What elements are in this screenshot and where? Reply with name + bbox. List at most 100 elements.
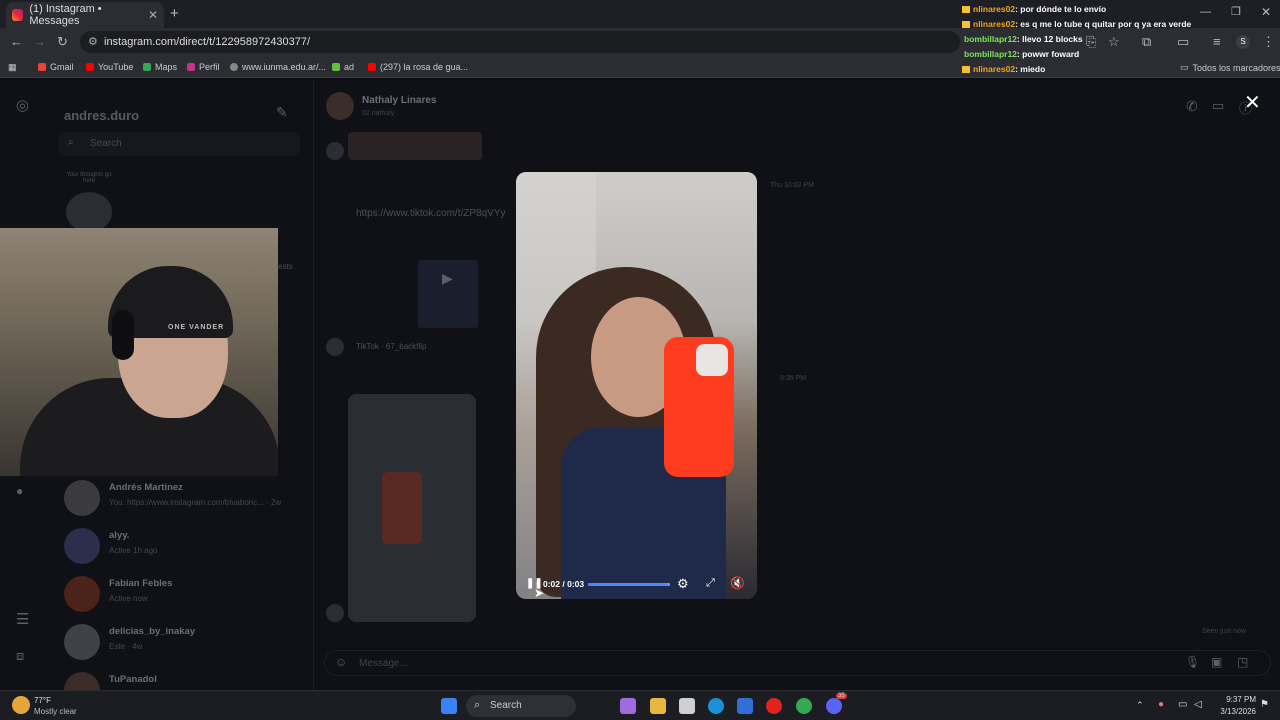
chat-username: nlinares02 — [973, 4, 1016, 14]
video-controls: ❚❚ 0:02 / 0:03 ⚙ ⤢ 🔇 — [516, 574, 757, 594]
compose-icon[interactable]: ✎ — [276, 104, 288, 121]
mail-icon[interactable] — [737, 698, 753, 714]
video-progress-bar[interactable] — [588, 583, 670, 586]
conversation-item[interactable]: alyy. Active 1h ago — [64, 524, 304, 568]
settings-icon[interactable]: ⚙ — [677, 576, 689, 592]
reload-icon[interactable]: ↻ — [57, 34, 68, 50]
store-icon[interactable] — [679, 698, 695, 714]
video-progress-fill — [588, 583, 668, 586]
edge-icon[interactable] — [708, 698, 724, 714]
mute-icon[interactable]: 🔇 — [730, 576, 745, 590]
profile-avatar[interactable]: S — [1236, 35, 1250, 49]
new-tab-icon[interactable]: + — [170, 5, 179, 22]
bookmark-gmail[interactable]: Gmail — [38, 62, 74, 72]
bookmark-perfil[interactable]: Perfil — [187, 62, 220, 72]
microphone-icon[interactable]: 🎙 — [1185, 655, 1200, 669]
media-icon[interactable]: ≡ — [1213, 34, 1221, 49]
instagram-icon — [187, 63, 195, 71]
url-field[interactable]: ⚙ instagram.com/direct/t/122958972430377… — [80, 31, 960, 53]
more-menu-icon[interactable]: ☰ — [16, 610, 29, 628]
weather-icon[interactable] — [12, 696, 30, 714]
all-bookmarks[interactable]: ▭ Todos los marcadores — [1180, 62, 1280, 73]
tray-chevron-icon[interactable]: ⌃ — [1136, 700, 1144, 711]
copilot-icon[interactable] — [620, 698, 636, 714]
sub-badge-icon — [962, 21, 970, 29]
windows-taskbar: 77°F Mostly clear ⌕ Search 35 ⌃ ● ▭ ◁ 9:… — [0, 690, 1280, 720]
opera-icon[interactable] — [766, 698, 782, 714]
chat-text: : llevo 12 blocks — [1016, 34, 1083, 44]
tiktok-caption: TikTok · 67_backflip — [356, 342, 427, 351]
bookmark-rosa[interactable]: (297) la rosa de gua... — [368, 62, 468, 72]
minimize-icon[interactable]: — — [1200, 6, 1211, 18]
chat-message: nlinares02: por dónde te lo envío — [958, 2, 1188, 17]
chat-text: : miedo — [1015, 64, 1046, 74]
notifications-icon[interactable]: ⚑ — [1260, 699, 1269, 710]
webcam-overlay: ONE VANDER — [0, 228, 278, 476]
conversation-item[interactable]: Fabian Febles Active now — [64, 572, 304, 616]
forward-icon[interactable]: → — [33, 34, 46, 49]
chat-message: bombillapr12: powwr foward — [958, 47, 1188, 62]
bookmark-ad[interactable]: ad — [332, 62, 354, 72]
video-call-icon[interactable]: ▭ — [1212, 98, 1224, 114]
avatar — [64, 528, 100, 564]
shared-media-preview[interactable] — [348, 132, 482, 160]
shared-link[interactable]: https://www.tiktok.com/t/ZP8qVYy — [356, 208, 506, 219]
file-explorer-icon[interactable] — [650, 698, 666, 714]
reel-preview[interactable] — [348, 394, 476, 622]
back-icon[interactable]: ← — [10, 34, 23, 49]
clock-time[interactable]: 9:37 PM — [1216, 695, 1256, 704]
profile-icon[interactable]: ● — [16, 484, 23, 498]
instagram-logo-icon[interactable]: ◎ — [16, 96, 29, 114]
video-player[interactable]: ❚❚ 0:02 / 0:03 ⚙ ⤢ 🔇 — [516, 172, 757, 599]
tab-title: (1) Instagram • Messages — [29, 3, 102, 27]
phone-call-icon[interactable]: ✆ — [1186, 98, 1198, 115]
seen-status: Seen just now — [1202, 628, 1246, 635]
conversation-item[interactable]: delicias_by_inakay Este · 4w — [64, 620, 304, 664]
image-icon[interactable]: ▣ — [1211, 655, 1222, 669]
requests-link[interactable]: ests — [278, 262, 293, 271]
apps-grid-icon[interactable]: ▦ — [8, 62, 17, 73]
tab-close-icon[interactable]: ✕ — [148, 8, 158, 22]
sticker-icon[interactable]: ◳ — [1237, 655, 1248, 669]
fullscreen-icon[interactable]: ⤢ — [706, 577, 715, 590]
thread-name[interactable]: Nathaly Linares — [362, 95, 436, 106]
close-viewer-icon[interactable]: ✕ — [1244, 90, 1261, 115]
bookmark-maps[interactable]: Maps — [143, 62, 177, 72]
volume-icon[interactable]: ◁ — [1194, 699, 1202, 710]
network-icon[interactable]: ▭ — [1178, 699, 1187, 710]
sub-badge-icon — [962, 6, 970, 14]
timestamp: Thu 10:02 PM — [770, 182, 814, 189]
globe-icon — [230, 63, 238, 71]
conversation-item[interactable]: Andrés Martínez You: https://www.instagr… — [64, 476, 304, 520]
windows-start-icon[interactable] — [441, 698, 457, 714]
sender-avatar — [326, 604, 344, 622]
chrome-icon[interactable] — [796, 698, 812, 714]
note-bubble[interactable]: Your thoughts go here — [62, 172, 116, 184]
chat-message: nlinares02: miedo — [958, 62, 1188, 77]
gmail-icon — [38, 63, 46, 71]
weather-temp: 77°F — [34, 696, 51, 705]
message-input[interactable]: ☺ Message... 🎙 ▣ ◳ — [324, 650, 1271, 676]
account-username[interactable]: andres.duro — [64, 108, 139, 123]
chat-username: bombillapr12 — [964, 34, 1017, 44]
clock-date[interactable]: 3/13/2026 — [1212, 707, 1256, 716]
apps-icon[interactable]: ⧈ — [16, 648, 24, 664]
chrome-menu-icon[interactable]: ⋮ — [1262, 34, 1275, 50]
emoji-icon[interactable]: ☺ — [335, 655, 347, 669]
discord-icon[interactable] — [826, 698, 842, 714]
beanie-text: ONE VANDER — [168, 324, 225, 331]
thread-avatar[interactable] — [326, 92, 354, 120]
window-close-icon[interactable]: ✕ — [1261, 5, 1271, 19]
search-icon: ⌕ — [474, 699, 481, 711]
taskbar-search[interactable]: ⌕ Search — [466, 695, 576, 717]
bookmark-iunma[interactable]: www.iunma.edu.ar/... — [230, 62, 326, 72]
chat-text: : es q me lo tube q quitar por q ya era … — [1015, 19, 1192, 29]
search-field[interactable]: ⌕ Search — [58, 132, 300, 156]
site-info-icon[interactable]: ⚙ — [88, 35, 98, 48]
browser-tab[interactable]: (1) Instagram • Messages ✕ — [6, 2, 164, 28]
microphone-icon[interactable]: ● — [1158, 699, 1164, 710]
maximize-icon[interactable]: ❐ — [1231, 5, 1241, 18]
bookmark-youtube[interactable]: YouTube — [86, 62, 133, 72]
own-avatar[interactable] — [66, 192, 112, 232]
reel-phone-shape — [382, 472, 422, 544]
